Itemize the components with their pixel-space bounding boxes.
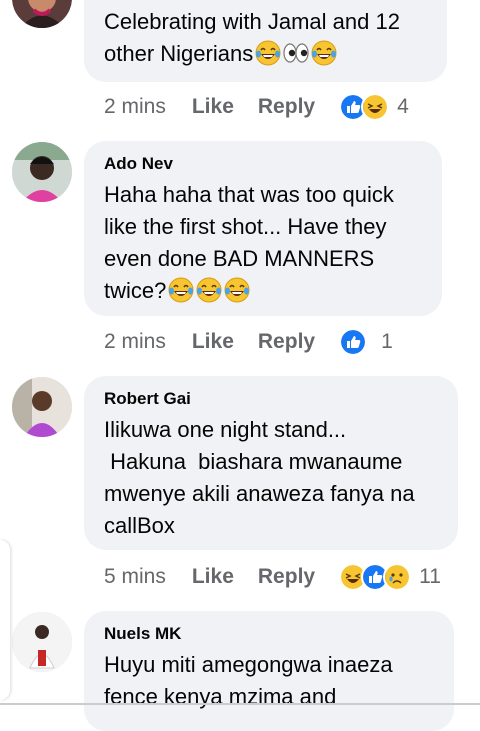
like-button[interactable]: Like xyxy=(192,330,234,354)
comment-timestamp[interactable]: 2 mins xyxy=(104,95,166,119)
comment-bubble: Celebrating with Jamal and 12 other Nige… xyxy=(84,0,447,82)
reaction-summary[interactable]: 11 xyxy=(339,563,441,591)
like-reaction-icon xyxy=(339,328,368,356)
commenter-avatar[interactable] xyxy=(12,612,72,672)
comment-timestamp[interactable]: 5 mins xyxy=(104,565,166,589)
laugh-cry-emoji-icon xyxy=(194,277,223,303)
laugh-cry-emoji-icon xyxy=(166,277,195,303)
laugh-cry-emoji-icon xyxy=(253,40,281,66)
reaction-count: 4 xyxy=(397,95,409,118)
like-button[interactable]: Like xyxy=(192,95,234,119)
commenter-avatar[interactable] xyxy=(12,377,72,437)
comment-text: Celebrating with Jamal and 12 other Nige… xyxy=(104,9,407,66)
reaction-summary[interactable]: 4 xyxy=(339,93,409,121)
reply-button[interactable]: Reply xyxy=(258,95,315,119)
comment-timestamp[interactable]: 2 mins xyxy=(104,330,166,354)
sad-reaction-icon xyxy=(383,563,412,591)
reply-button[interactable]: Reply xyxy=(258,565,315,589)
commenter-avatar[interactable] xyxy=(12,142,72,202)
haha-reaction-icon xyxy=(361,93,390,121)
side-panel-edge xyxy=(0,540,10,700)
comment-meta: 2 mins Like Reply 4 xyxy=(104,92,409,122)
comment-meta: 2 mins Like Reply 1 xyxy=(104,327,393,357)
comment-text: Ilikuwa one night stand... Hakuna biasha… xyxy=(104,417,415,538)
eyes-emoji-icon xyxy=(281,41,309,66)
comment-text: Haha haha that was too quick like the fi… xyxy=(104,182,400,303)
comment-author[interactable]: Ado Nev xyxy=(104,153,424,175)
commenter-avatar[interactable] xyxy=(12,0,72,28)
reaction-count: 11 xyxy=(419,565,441,588)
comment-bubble: Ado Nev Haha haha that was too quick lik… xyxy=(84,141,442,316)
comment-bubble: Robert Gai Ilikuwa one night stand... Ha… xyxy=(84,376,458,550)
reaction-summary[interactable]: 1 xyxy=(339,328,393,356)
reaction-count: 1 xyxy=(381,330,393,353)
laugh-cry-emoji-icon xyxy=(222,277,251,303)
comment-bubble: Nuels MK Huyu miti amegongwa inaeza fenc… xyxy=(84,611,454,731)
laugh-cry-emoji-icon xyxy=(309,40,337,66)
reply-button[interactable]: Reply xyxy=(258,330,315,354)
like-button[interactable]: Like xyxy=(192,565,234,589)
comment-meta: 5 mins Like Reply 11 xyxy=(104,562,441,592)
comment-author[interactable]: Robert Gai xyxy=(104,388,440,410)
comment-author[interactable]: Nuels MK xyxy=(104,623,436,645)
